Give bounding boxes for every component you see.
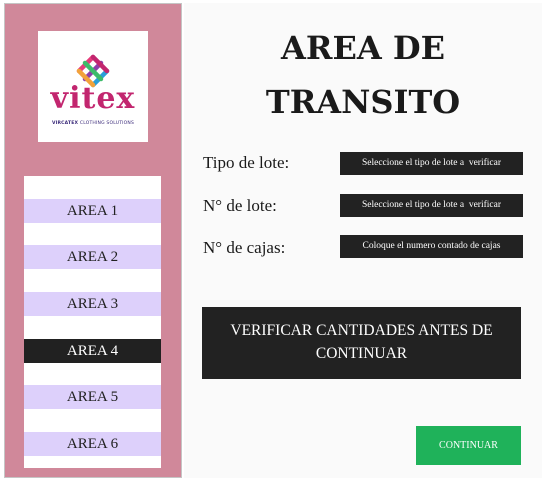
lot-number-field[interactable]: Seleccione el tipo de lote a verificar xyxy=(340,194,523,217)
sidebar: vitex VIRCATEX CLOTHING SOLUTIONS AREA 1… xyxy=(4,3,182,478)
area-nav-list: AREA 1 AREA 2 AREA 3 AREA 4 AREA 5 AREA … xyxy=(24,176,161,468)
box-count-field[interactable]: Coloque el numero contado de cajas xyxy=(340,235,523,258)
main-panel: AREA DE TRANSITO Tipo de lote: Seleccion… xyxy=(184,3,542,478)
sidebar-item-area-6[interactable]: AREA 6 xyxy=(24,432,161,456)
lot-number-label: N° de lote: xyxy=(203,196,277,215)
logo-tagline-rest: CLOTHING SOLUTIONS xyxy=(78,121,135,126)
box-count-label: N° de cajas: xyxy=(203,238,286,257)
sidebar-item-area-4[interactable]: AREA 4 xyxy=(24,339,161,363)
lot-type-label: Tipo de lote: xyxy=(203,153,290,172)
sidebar-item-area-3[interactable]: AREA 3 xyxy=(24,292,161,316)
logo-wordmark: vitex xyxy=(50,81,136,116)
logo-tagline-brand: VIRCATEX xyxy=(51,121,79,126)
page-title: AREA DE TRANSITO xyxy=(265,29,461,121)
lot-type-field[interactable]: Seleccione el tipo de lote a verificar xyxy=(340,152,523,175)
logo-tagline: VIRCATEX CLOTHING SOLUTIONS xyxy=(38,121,148,126)
verify-quantities-notice: VERIFICAR CANTIDADES ANTES DE CONTINUAR xyxy=(202,307,521,379)
continue-button[interactable]: CONTINUAR xyxy=(416,426,521,465)
company-logo: vitex VIRCATEX CLOTHING SOLUTIONS xyxy=(38,31,148,142)
sidebar-item-area-2[interactable]: AREA 2 xyxy=(24,245,161,269)
sidebar-item-area-1[interactable]: AREA 1 xyxy=(24,199,161,223)
sidebar-item-area-5[interactable]: AREA 5 xyxy=(24,385,161,409)
